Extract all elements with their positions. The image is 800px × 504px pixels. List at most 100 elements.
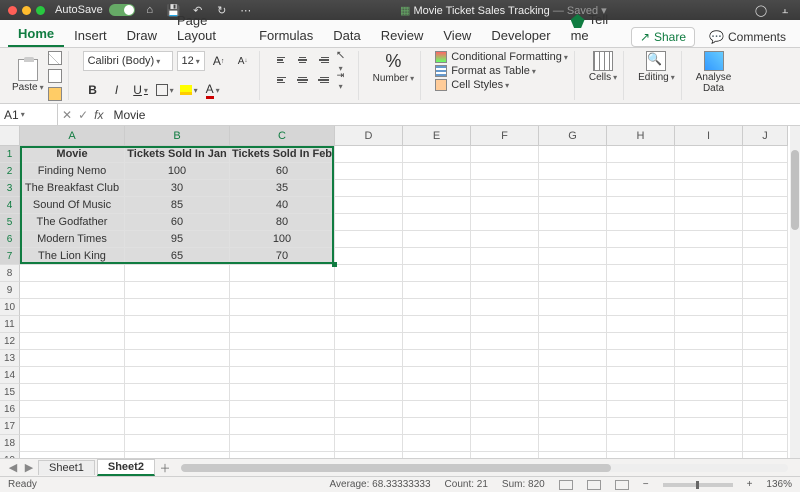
cell-E3[interactable]	[403, 180, 471, 197]
row-header-2[interactable]: 2	[0, 163, 20, 180]
cell-C18[interactable]	[230, 435, 335, 452]
row-header-18[interactable]: 18	[0, 435, 20, 452]
cell-C19[interactable]	[230, 452, 335, 458]
cell-E8[interactable]	[403, 265, 471, 282]
cell-G16[interactable]	[539, 401, 607, 418]
tab-review[interactable]: Review	[371, 24, 434, 47]
row-header-1[interactable]: 1	[0, 146, 20, 163]
cell-J14[interactable]	[743, 367, 788, 384]
cell-E1[interactable]	[403, 146, 471, 163]
cell-F11[interactable]	[471, 316, 539, 333]
cell-F4[interactable]	[471, 197, 539, 214]
zoom-slider[interactable]	[663, 483, 733, 487]
zoom-in-button[interactable]: +	[747, 479, 753, 490]
cell-C3[interactable]: 35	[230, 180, 335, 197]
sheet-nav-prev[interactable]: ◀	[6, 461, 20, 474]
cell-C12[interactable]	[230, 333, 335, 350]
cell-J1[interactable]	[743, 146, 788, 163]
tab-data[interactable]: Data	[323, 24, 370, 47]
cells-button[interactable]: Cells	[589, 51, 617, 83]
cell-F7[interactable]	[471, 248, 539, 265]
cell-F12[interactable]	[471, 333, 539, 350]
cell-E11[interactable]	[403, 316, 471, 333]
col-header-G[interactable]: G	[539, 126, 607, 146]
cell-H7[interactable]	[607, 248, 675, 265]
cell-H11[interactable]	[607, 316, 675, 333]
cell-A3[interactable]: The Breakfast Club	[20, 180, 125, 197]
cell-F18[interactable]	[471, 435, 539, 452]
cell-B17[interactable]	[125, 418, 230, 435]
cell-C16[interactable]	[230, 401, 335, 418]
select-all-corner[interactable]	[0, 126, 20, 146]
cell-E17[interactable]	[403, 418, 471, 435]
cell-J12[interactable]	[743, 333, 788, 350]
col-header-J[interactable]: J	[743, 126, 788, 146]
cell-B3[interactable]: 30	[125, 180, 230, 197]
cell-B15[interactable]	[125, 384, 230, 401]
tab-home[interactable]: Home	[8, 22, 64, 47]
row-header-16[interactable]: 16	[0, 401, 20, 418]
cell-J3[interactable]	[743, 180, 788, 197]
cell-styles-button[interactable]: Cell Styles	[435, 79, 568, 91]
cell-G5[interactable]	[539, 214, 607, 231]
tab-draw[interactable]: Draw	[117, 24, 167, 47]
cell-G13[interactable]	[539, 350, 607, 367]
cell-A5[interactable]: The Godfather	[20, 214, 125, 231]
cell-D5[interactable]	[335, 214, 403, 231]
formula-input[interactable]: Movie	[107, 104, 800, 125]
cell-C5[interactable]: 80	[230, 214, 335, 231]
cell-J9[interactable]	[743, 282, 788, 299]
cell-A15[interactable]	[20, 384, 125, 401]
add-sheet-button[interactable]: ＋	[157, 460, 173, 476]
cell-B7[interactable]: 65	[125, 248, 230, 265]
cell-I17[interactable]	[675, 418, 743, 435]
align-middle-button[interactable]	[294, 51, 312, 69]
analyse-button[interactable]: Analyse Data	[696, 51, 732, 94]
cell-A2[interactable]: Finding Nemo	[20, 163, 125, 180]
cell-G4[interactable]	[539, 197, 607, 214]
cell-F6[interactable]	[471, 231, 539, 248]
cancel-formula-icon[interactable]: ✕	[62, 108, 72, 122]
cell-C2[interactable]: 60	[230, 163, 335, 180]
cell-A14[interactable]	[20, 367, 125, 384]
cell-I5[interactable]	[675, 214, 743, 231]
cell-J2[interactable]	[743, 163, 788, 180]
col-header-D[interactable]: D	[335, 126, 403, 146]
increase-font-button[interactable]: A↑	[209, 51, 229, 71]
cell-D18[interactable]	[335, 435, 403, 452]
align-bottom-button[interactable]	[314, 51, 332, 69]
cell-J10[interactable]	[743, 299, 788, 316]
cell-A4[interactable]: Sound Of Music	[20, 197, 125, 214]
cut-icon[interactable]	[48, 51, 62, 65]
cell-J11[interactable]	[743, 316, 788, 333]
fill-handle[interactable]	[332, 262, 337, 267]
tab-tellme[interactable]: Tell me	[561, 8, 631, 47]
cell-G12[interactable]	[539, 333, 607, 350]
cell-G14[interactable]	[539, 367, 607, 384]
cells-area[interactable]: MovieTickets Sold In JanTickets Sold In …	[20, 146, 790, 458]
cell-H3[interactable]	[607, 180, 675, 197]
cell-F15[interactable]	[471, 384, 539, 401]
autosave-toggle[interactable]	[109, 4, 135, 16]
font-color-button[interactable]: A	[203, 80, 223, 100]
cell-H12[interactable]	[607, 333, 675, 350]
cell-C10[interactable]	[230, 299, 335, 316]
view-normal-button[interactable]	[559, 480, 573, 490]
cell-E14[interactable]	[403, 367, 471, 384]
row-header-13[interactable]: 13	[0, 350, 20, 367]
format-table-button[interactable]: Format as Table	[435, 65, 568, 77]
row-header-15[interactable]: 15	[0, 384, 20, 401]
col-header-E[interactable]: E	[403, 126, 471, 146]
cell-I4[interactable]	[675, 197, 743, 214]
cell-I7[interactable]	[675, 248, 743, 265]
cell-H9[interactable]	[607, 282, 675, 299]
cell-E7[interactable]	[403, 248, 471, 265]
cell-J5[interactable]	[743, 214, 788, 231]
cell-D4[interactable]	[335, 197, 403, 214]
row-header-4[interactable]: 4	[0, 197, 20, 214]
minimize-window-icon[interactable]	[22, 6, 31, 15]
cell-A13[interactable]	[20, 350, 125, 367]
cell-D7[interactable]	[335, 248, 403, 265]
cell-D6[interactable]	[335, 231, 403, 248]
format-painter-icon[interactable]	[48, 87, 62, 101]
